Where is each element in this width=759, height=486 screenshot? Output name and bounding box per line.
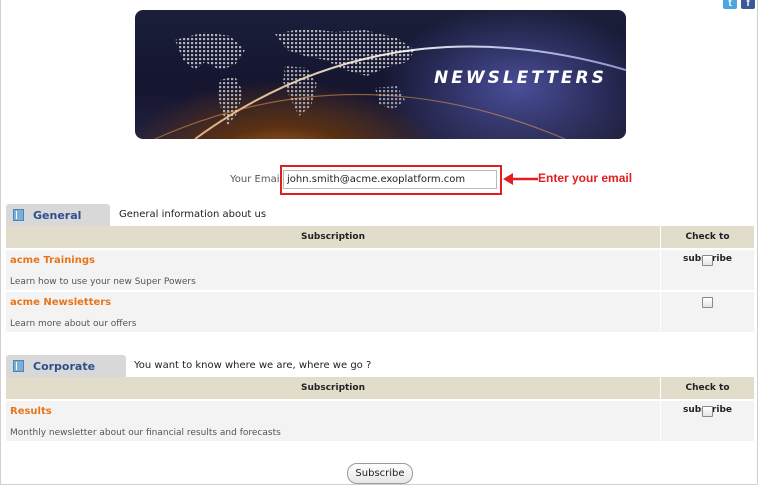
table-row: acme Trainings Learn how to use your new… [6,248,754,290]
email-label: Your Email [230,174,283,185]
callout-arrow-icon [503,173,538,185]
twitter-icon[interactable]: t [723,0,737,9]
banner-title: NEWSLETTERS [434,68,607,88]
newsletter-banner: NEWSLETTERS [135,10,626,139]
subscribe-checkbox[interactable] [702,255,713,266]
table-row: Results Monthly newsletter about our fin… [6,399,754,441]
subscription-column-header: Subscription [6,377,661,399]
facebook-icon[interactable]: f [741,0,755,9]
subscribe-checkbox[interactable] [702,406,713,417]
table-row: acme Newsletters Learn more about our of… [6,290,754,332]
section-general: General General information about us Sub… [6,204,754,332]
subscribe-button[interactable]: Subscribe [347,463,413,484]
section-description: General information about us [119,209,267,220]
newsletter-title: acme Newsletters [10,297,112,308]
book-icon [13,360,24,372]
table-header: Subscription Check to subscribe [6,226,754,264]
tab-corporate[interactable]: Corporate [6,355,126,377]
newsletter-title: acme Trainings [10,255,95,266]
newsletter-description: Learn more about our offers [10,319,137,329]
section-corporate: Corporate You want to know where we are,… [6,355,754,441]
table-header: Subscription Check to subscribe [6,377,754,415]
newsletter-description: Monthly newsletter about our financial r… [10,428,281,438]
subscribe-checkbox[interactable] [702,297,713,308]
tab-label: Corporate [33,359,96,373]
newsletter-title: Results [10,406,52,417]
section-header: Corporate You want to know where we are,… [6,355,754,377]
tab-general[interactable]: General [6,204,110,226]
book-icon [13,209,24,221]
check-column-header: Check to subscribe [683,232,732,264]
section-header: General General information about us [6,204,754,226]
social-links: t f [723,0,755,9]
section-description: You want to know where we are, where we … [134,360,372,371]
subscription-column-header: Subscription [6,226,661,248]
email-input[interactable] [283,170,497,189]
tab-label: General [33,208,82,222]
newsletter-description: Learn how to use your new Super Powers [10,277,196,287]
check-column-header: Check to subscribe [683,383,732,415]
email-callout: Enter your email [538,171,633,185]
